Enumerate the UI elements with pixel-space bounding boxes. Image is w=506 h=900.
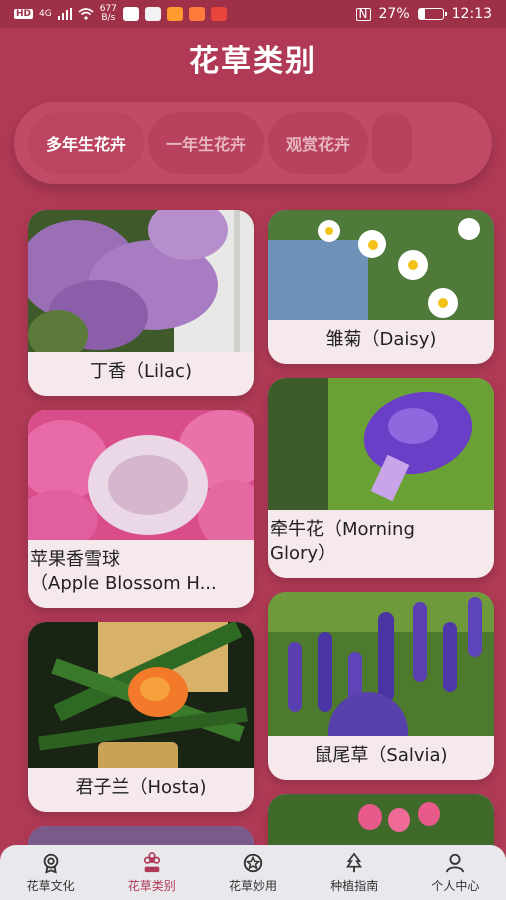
clock: 12:13: [451, 6, 492, 22]
plant-card-apple-blossom[interactable]: 苹果香雪球 （Apple Blossom H...: [28, 410, 254, 608]
battery-icon: [417, 8, 447, 20]
apple-blossom-image: [28, 410, 254, 540]
tab-more[interactable]: [372, 112, 413, 174]
nav-label: 花草妙用: [229, 878, 278, 893]
tree-icon: [346, 851, 363, 872]
news-app-icon: [210, 7, 227, 21]
star-badge-icon: [243, 853, 263, 872]
nav-culture[interactable]: 花草文化: [0, 845, 101, 900]
video-app-icon: [166, 7, 183, 21]
tab-ornamental[interactable]: 观赏花卉: [268, 112, 369, 174]
nav-guide[interactable]: 种植指南: [304, 845, 405, 900]
card-label-line1: 苹果香雪球: [30, 549, 120, 570]
bottom-nav: 花草文化 花草类别 花草妙用 种植指南 个人中心: [0, 845, 506, 900]
flower-icon: [143, 851, 160, 872]
nav-label: 个人中心: [431, 878, 480, 893]
card-label-line1: 牵牛花（Morning: [270, 519, 415, 540]
wifi-icon: [78, 8, 94, 20]
morning-glory-image: [268, 378, 494, 510]
lilac-image: [28, 210, 254, 352]
plant-card-partial[interactable]: [28, 826, 254, 846]
hd-badge: HD: [14, 9, 34, 19]
signal-icon: [57, 8, 72, 20]
card-label: 丁香（Lilac): [90, 361, 192, 382]
daisy-image: [268, 210, 494, 320]
status-bar: HD 4G 677 B/s N 27% 12:13: [0, 0, 506, 28]
shop-app-icon: [188, 7, 205, 21]
nav-label: 花草类别: [127, 878, 176, 893]
card-label: 雏菊（Daisy): [325, 329, 437, 350]
plant-card-hosta[interactable]: 君子兰（Hosta): [28, 622, 254, 812]
signal-text: 4G: [39, 9, 52, 19]
card-label: 君子兰（Hosta): [75, 777, 207, 798]
plant-card-daisy[interactable]: 雏菊（Daisy): [268, 210, 494, 364]
nav-category[interactable]: 花草类别: [101, 845, 202, 900]
card-label: 鼠尾草（Salvia): [314, 745, 448, 766]
nav-label: 花草文化: [26, 878, 75, 893]
plant-card-salvia[interactable]: 鼠尾草（Salvia): [268, 592, 494, 780]
mail-icon: [122, 7, 139, 21]
nav-label: 种植指南: [330, 878, 379, 893]
tab-annual[interactable]: 一年生花卉: [148, 112, 265, 174]
nav-uses[interactable]: 花草妙用: [202, 845, 303, 900]
card-label-line2: （Apple Blossom H...: [30, 573, 217, 594]
nav-profile[interactable]: 个人中心: [405, 845, 506, 900]
net-speed: 677 B/s: [99, 4, 117, 23]
salvia-image: [268, 592, 494, 736]
person-icon: [446, 853, 465, 873]
battery-percent: 27%: [378, 6, 410, 22]
plant-card-partial[interactable]: [268, 794, 494, 846]
badge-icon: [43, 853, 58, 874]
hosta-image: [28, 622, 254, 768]
page-title: 花草类别: [189, 44, 317, 79]
card-label-line2: Glory）: [270, 543, 337, 564]
tab-perennial[interactable]: 多年生花卉: [28, 112, 145, 174]
nfc-icon: N: [355, 7, 371, 21]
plant-card-morning-glory[interactable]: 牵牛花（Morning Glory）: [268, 378, 494, 578]
plant-card-lilac[interactable]: 丁香（Lilac): [28, 210, 254, 396]
wechat-icon: [144, 7, 161, 21]
category-tabs: 多年生花卉 一年生花卉 观赏花卉: [14, 102, 492, 184]
